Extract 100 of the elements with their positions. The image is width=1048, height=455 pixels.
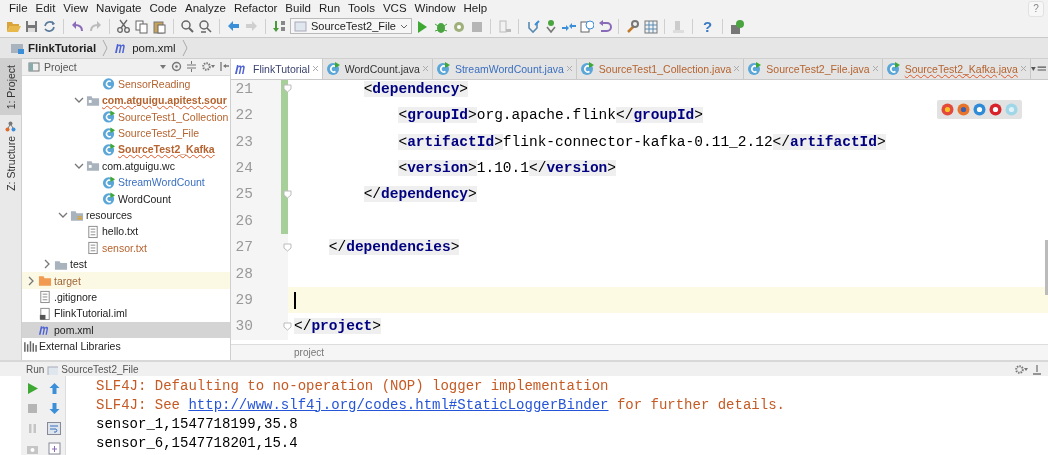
hide-icon[interactable] — [219, 61, 230, 73]
search-icon[interactable] — [180, 18, 195, 34]
menu-item[interactable]: File — [5, 1, 32, 14]
breadcrumb-item[interactable]: FlinkTutorial — [8, 40, 99, 56]
runnable-class-icon — [885, 61, 901, 77]
menu-item[interactable]: View — [59, 1, 93, 14]
redo-icon[interactable] — [88, 18, 103, 34]
locate-icon[interactable] — [171, 61, 182, 73]
menu-item[interactable]: Run — [314, 1, 345, 14]
tree-item[interactable]: com.atguigu.apitest.sour — [22, 92, 230, 109]
vcs-commit-icon[interactable] — [543, 18, 558, 34]
caret-icon[interactable] — [159, 62, 167, 71]
save-icon[interactable] — [24, 18, 39, 34]
revert-icon[interactable] — [597, 18, 612, 34]
fold-icon[interactable] — [283, 321, 292, 331]
tree-item[interactable]: target — [22, 272, 230, 289]
tree-item[interactable]: SourceTest2_File — [22, 124, 230, 142]
tree-item[interactable]: com.atguigu.wc — [22, 157, 230, 175]
run-tab[interactable]: SourceTest2_File — [61, 363, 139, 375]
library-icon — [23, 338, 37, 354]
tree-item[interactable]: resources — [22, 206, 230, 224]
console-line: SLF4J: Defaulting to no-operation (NOP) logger implementation — [96, 376, 610, 395]
menu-item[interactable]: Analyze — [180, 1, 230, 14]
menu-item[interactable]: Window — [410, 1, 460, 14]
menu-item[interactable]: Refactor — [229, 1, 282, 14]
folder-icon — [38, 273, 52, 289]
tree-item[interactable]: WordCount — [22, 190, 230, 207]
side-tab[interactable]: 1: Project — [0, 58, 21, 116]
breadcrumb-item[interactable]: pom.xml — [112, 40, 178, 56]
tree-item[interactable]: pom.xml — [22, 321, 230, 338]
line-number: 24 — [234, 160, 253, 177]
side-tab[interactable]: Z: Structure — [0, 115, 21, 197]
fold-icon[interactable] — [283, 84, 292, 94]
browser-icon[interactable] — [973, 102, 986, 116]
fold-icon[interactable] — [283, 189, 292, 199]
code-line: <version>1.10.1</version> — [397, 160, 616, 177]
replace-icon[interactable] — [198, 18, 213, 34]
close-icon[interactable] — [1019, 65, 1027, 73]
scroll-end-icon[interactable] — [47, 442, 61, 455]
close-icon[interactable] — [311, 65, 319, 73]
run-config-dropdown[interactable]: SourceTest2_File — [290, 18, 412, 35]
editor-tab[interactable]: FlinkTutorial — [231, 58, 323, 79]
menu-item[interactable]: VCS — [378, 1, 411, 14]
close-icon[interactable] — [871, 65, 879, 73]
up-arrow-icon[interactable] — [47, 382, 61, 395]
tab-list-icon[interactable] — [1030, 63, 1046, 74]
line-number: 27 — [234, 239, 253, 256]
close-icon[interactable] — [565, 65, 573, 73]
tree-item[interactable]: FlinkTutorial.iml — [22, 305, 230, 322]
copy-icon[interactable] — [134, 18, 149, 34]
down-arrow-icon[interactable] — [47, 402, 61, 415]
browser-icon[interactable] — [941, 102, 954, 116]
console-line: sensor_6,1547718201,15.4 — [96, 433, 299, 452]
tree-item[interactable]: sensor.txt — [22, 239, 230, 256]
sdk-icon[interactable] — [729, 18, 745, 34]
collapse-icon[interactable] — [186, 61, 197, 73]
tree-item[interactable]: External Libraries — [22, 337, 230, 355]
gear-icon[interactable] — [201, 61, 215, 73]
tree-item[interactable]: SourceTest1_Collection — [22, 108, 230, 125]
line-number: 25 — [234, 186, 253, 203]
cut-icon[interactable] — [116, 18, 131, 34]
grid-icon[interactable] — [643, 18, 658, 34]
fold-icon[interactable] — [283, 242, 292, 252]
text-file-icon — [86, 240, 100, 256]
breadcrumb-item[interactable]: project — [294, 347, 324, 358]
run-icon[interactable] — [25, 382, 39, 395]
stop-icon[interactable] — [25, 402, 39, 415]
tree-item[interactable]: SensorReading — [22, 75, 230, 93]
menu-item[interactable]: Code — [145, 1, 181, 14]
scrollbar-thumb[interactable] — [1045, 239, 1048, 295]
close-icon[interactable] — [733, 65, 741, 73]
vcs-update-icon[interactable] — [525, 18, 540, 34]
menu-item[interactable]: Edit — [31, 1, 60, 14]
menu-item[interactable]: Tools — [344, 1, 379, 14]
wrench-icon[interactable] — [625, 18, 640, 34]
console-link[interactable]: http://www.slf4j.org/codes.html#StaticLoggerBinder — [188, 396, 609, 413]
browser-icon[interactable] — [957, 102, 970, 116]
help-button[interactable]: ? — [699, 17, 717, 35]
line-number: 30 — [234, 318, 253, 335]
sort-down-icon[interactable] — [272, 18, 287, 34]
menu-item[interactable]: Help — [459, 1, 492, 14]
build-icon[interactable] — [497, 18, 512, 34]
hide-icon[interactable] — [1032, 363, 1042, 375]
menu-item[interactable]: Build — [281, 1, 315, 14]
menu-item[interactable]: Navigate — [92, 1, 146, 14]
tree-item[interactable]: StreamWordCount — [22, 174, 230, 191]
history-icon[interactable] — [579, 18, 594, 34]
help-bubble[interactable]: ? — [1028, 1, 1044, 17]
tree-item[interactable]: SourceTest2_Kafka — [22, 141, 230, 158]
browser-icon[interactable] — [989, 102, 1002, 116]
close-icon[interactable] — [421, 65, 429, 73]
config-icon — [294, 19, 307, 34]
tree-item[interactable]: hello.txt — [22, 223, 230, 240]
tree-item[interactable]: test — [22, 256, 230, 273]
tree-item[interactable]: .gitignore — [22, 288, 230, 306]
sync-icon[interactable] — [42, 18, 57, 34]
wrap-icon[interactable] — [47, 422, 61, 435]
gear-icon[interactable] — [1014, 363, 1028, 375]
caret-icon — [400, 22, 408, 31]
paste-icon[interactable] — [152, 18, 167, 34]
